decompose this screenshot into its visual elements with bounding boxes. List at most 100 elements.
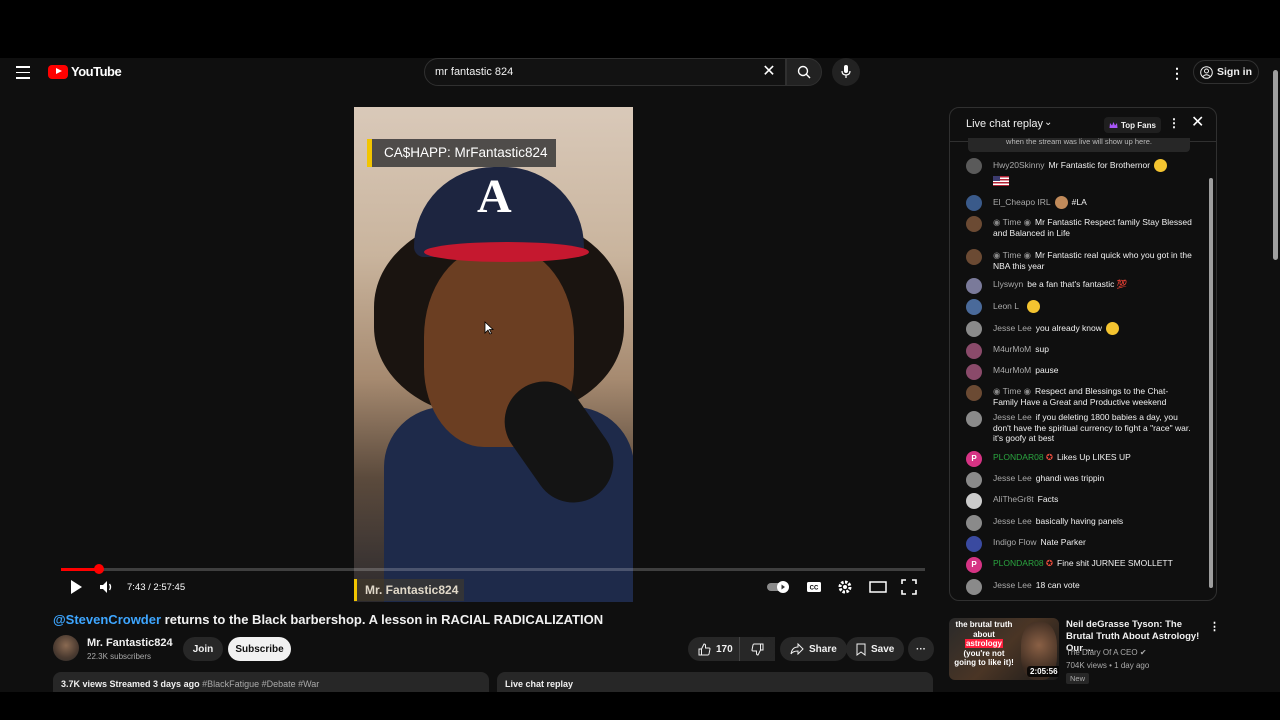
chat-message-body: ◉ Time ◉ Respect and Blessings to the Cha…: [993, 386, 1193, 407]
youtube-logo[interactable]: YouTube: [48, 64, 122, 79]
volume-icon: [100, 581, 112, 593]
play-button[interactable]: [69, 579, 83, 600]
chat-avatar[interactable]: [966, 411, 982, 427]
chat-avatar[interactable]: [966, 493, 982, 509]
autoplay-toggle[interactable]: [766, 579, 792, 600]
chat-author[interactable]: El_Cheapo IRL: [993, 197, 1051, 207]
chat-avatar[interactable]: [966, 158, 982, 174]
chat-avatar[interactable]: [966, 299, 982, 315]
search-box[interactable]: [424, 58, 786, 86]
heart-hands-emoji-icon: [1054, 196, 1068, 209]
chat-author[interactable]: PLONDAR08 ✪: [993, 558, 1053, 568]
chat-author[interactable]: ◉ Time ◉: [993, 386, 1031, 396]
chat-author[interactable]: Llyswyn: [993, 279, 1023, 289]
chat-avatar[interactable]: [966, 472, 982, 488]
chat-title[interactable]: Live chat replay: [966, 118, 1043, 130]
chat-author[interactable]: Indigo Flow: [993, 537, 1036, 547]
fullscreen-button[interactable]: [901, 579, 917, 600]
channel-row: Mr. Fantastic824 22.3K subscribers Join …: [53, 634, 934, 664]
join-button[interactable]: Join: [183, 637, 223, 661]
chat-author[interactable]: ◉ Time ◉: [993, 250, 1031, 260]
chat-avatar[interactable]: [966, 216, 982, 232]
thumbs-down-icon: [751, 643, 764, 656]
channel-avatar[interactable]: [53, 635, 79, 661]
mute-button[interactable]: [99, 579, 115, 600]
chat-author[interactable]: Jesse Lee: [993, 580, 1032, 590]
chat-avatar[interactable]: [966, 364, 982, 380]
top-fans-button[interactable]: Top Fans: [1104, 117, 1161, 133]
live-chat-replay-section[interactable]: Live chat replay: [497, 672, 933, 692]
chat-author[interactable]: Jesse Lee: [993, 516, 1032, 526]
chat-message-body: Indigo Flow Nate Parker: [993, 537, 1193, 548]
chevron-down-icon[interactable]: ⌄: [1044, 117, 1052, 128]
chat-text: Mr Fantastic for Brothernor: [1048, 159, 1151, 170]
recommended-meta: 704K views • 1 day ago: [1066, 661, 1150, 670]
member-badge-icon: ✪: [1043, 452, 1054, 462]
title-mention-link[interactable]: @StevenCrowder: [53, 612, 161, 627]
chat-avatar[interactable]: [966, 195, 982, 211]
chat-avatar[interactable]: [966, 579, 982, 595]
chat-author[interactable]: Jesse Lee: [993, 323, 1032, 333]
share-button[interactable]: Share: [780, 637, 847, 661]
more-actions-button[interactable]: ···: [908, 637, 934, 661]
chat-author[interactable]: Jesse Lee: [993, 412, 1032, 422]
description-box[interactable]: 3.7K views Streamed 3 days ago #BlackFat…: [53, 672, 489, 692]
chat-avatar[interactable]: [966, 278, 982, 294]
chat-message-body: ◉ Time ◉ Mr Fantastic Respect family Stay…: [993, 217, 1193, 238]
chat-author-name: PLONDAR08: [993, 558, 1044, 568]
like-count: 170: [716, 643, 733, 655]
clear-search-icon[interactable]: ✕: [762, 64, 776, 80]
chat-avatar[interactable]: P: [966, 451, 982, 467]
video-frame[interactable]: A CA$HAPP: MrFantastic824 Mr. Fantastic8…: [354, 107, 633, 602]
dislike-button[interactable]: [739, 637, 775, 661]
chat-author[interactable]: M4urMoM: [993, 344, 1031, 354]
chat-author[interactable]: PLONDAR08 ✪: [993, 452, 1053, 462]
recommended-thumbnail[interactable]: the brutal truth about astrology (you're…: [949, 618, 1059, 680]
channel-name[interactable]: Mr. Fantastic824: [87, 637, 173, 649]
theater-mode-button[interactable]: [869, 579, 887, 600]
settings-menu-icon[interactable]: ⋮: [1170, 65, 1184, 82]
chat-avatar[interactable]: [966, 515, 982, 531]
search-button[interactable]: [786, 58, 822, 86]
chat-author[interactable]: Jesse Lee: [993, 473, 1032, 483]
menu-icon[interactable]: [16, 66, 30, 79]
chat-message-body: El_Cheapo IRL #LA: [993, 196, 1193, 209]
voice-search-button[interactable]: [832, 58, 860, 86]
chat-notice: when the stream was live will show up he…: [968, 138, 1190, 152]
page-scrollbar-thumb[interactable]: [1273, 70, 1278, 260]
chat-author[interactable]: Leon L: [993, 301, 1019, 311]
subscribe-button[interactable]: Subscribe: [228, 637, 291, 661]
hashtags[interactable]: #BlackFatigue #Debate #War: [200, 679, 319, 689]
scrubber-knob[interactable]: [93, 564, 104, 574]
chat-avatar[interactable]: [966, 536, 982, 552]
video-player[interactable]: A CA$HAPP: MrFantastic824 Mr. Fantastic8…: [53, 100, 933, 602]
chat-text: sup: [1035, 344, 1049, 354]
chat-avatar[interactable]: [966, 321, 982, 337]
progress-bar[interactable]: [61, 564, 925, 574]
chat-avatar[interactable]: [966, 343, 982, 359]
video-title: @StevenCrowder returns to the Black barb…: [53, 612, 603, 627]
save-button[interactable]: Save: [846, 637, 905, 661]
chat-menu-icon[interactable]: ⋮: [1168, 116, 1180, 130]
search-input[interactable]: [435, 66, 735, 78]
sign-in-button[interactable]: Sign in: [1193, 60, 1259, 84]
top-fans-label: Top Fans: [1121, 120, 1156, 130]
recommended-channel[interactable]: The Diary Of A CEO ✔: [1066, 648, 1147, 657]
chat-scrollbar-thumb[interactable]: [1209, 178, 1213, 588]
chat-author[interactable]: Hwy20Skinny: [993, 160, 1045, 170]
chat-avatar[interactable]: [966, 249, 982, 265]
settings-button[interactable]: [837, 579, 853, 600]
recommended-video[interactable]: the brutal truth about astrology (you're…: [949, 618, 1220, 690]
close-icon[interactable]: ✕: [1191, 115, 1204, 131]
chat-avatar[interactable]: [966, 385, 982, 401]
chat-message-body: M4urMoM pause: [993, 365, 1193, 376]
share-label: Share: [809, 643, 837, 655]
face-emoji-icon: [1105, 322, 1119, 335]
chat-avatar[interactable]: P: [966, 557, 982, 573]
chat-author[interactable]: M4urMoM: [993, 365, 1031, 375]
chat-message-body: PLONDAR08 ✪ Likes Up LIKES UP: [993, 452, 1193, 463]
captions-button[interactable]: CC: [806, 579, 822, 600]
chat-author[interactable]: ◉ Time ◉: [993, 217, 1031, 227]
recommended-menu-icon[interactable]: ⋮: [1209, 620, 1220, 633]
chat-author[interactable]: AliTheGr8t: [993, 494, 1034, 504]
